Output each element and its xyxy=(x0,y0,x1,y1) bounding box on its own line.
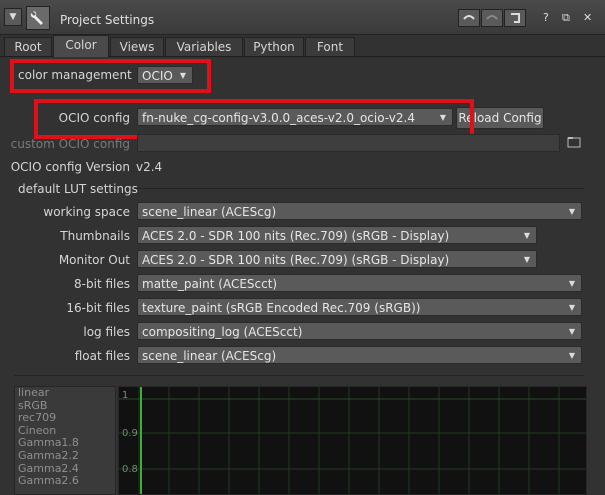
float-icon[interactable]: ⧉ xyxy=(562,11,570,25)
lut-curve-graph[interactable]: 1 0.9 0.8 xyxy=(118,386,587,495)
16bit-files-value: texture_paint (sRGB Encoded Rec.709 (sRG… xyxy=(142,301,421,315)
ocio-version-value: v2.4 xyxy=(136,160,163,174)
list-item[interactable]: Gamma2.6 xyxy=(15,475,115,488)
float-files-label: float files xyxy=(74,349,130,363)
window-title: Project Settings xyxy=(60,13,155,27)
float-files-value: scene_linear (ACEScg) xyxy=(142,349,277,363)
graph-label: 0.8 xyxy=(122,464,138,475)
log-files-dropdown[interactable]: compositing_log (ACEScct) ▼ xyxy=(137,322,582,340)
chevron-down-icon: ▼ xyxy=(568,207,575,216)
lut-section-heading: default LUT settings xyxy=(18,182,138,196)
custom-ocio-field[interactable] xyxy=(137,134,560,152)
lut-list[interactable]: linear sRGB rec709 Cineon Gamma1.8 Gamma… xyxy=(14,386,116,495)
list-item[interactable]: Gamma2.2 xyxy=(15,449,115,463)
graph-label: 0.9 xyxy=(122,428,138,439)
chevron-down-icon: ▼ xyxy=(568,351,575,360)
folder-icon[interactable] xyxy=(567,135,581,149)
chevron-down-icon: ▼ xyxy=(568,327,575,336)
monitor-out-value: ACES 2.0 - SDR 100 nits (Rec.709) (sRGB … xyxy=(142,253,450,267)
ocio-version-label: OCIO config Version xyxy=(10,160,130,174)
wrench-logo-icon xyxy=(26,6,50,30)
highlight-color-management xyxy=(10,59,211,93)
list-item[interactable]: linear xyxy=(15,387,115,400)
help-icon[interactable]: ? xyxy=(543,11,549,24)
8bit-files-value: matte_paint (ACEScct) xyxy=(142,277,278,291)
redo-button[interactable] xyxy=(481,9,503,27)
float-files-dropdown[interactable]: scene_linear (ACEScg) ▼ xyxy=(137,346,582,364)
8bit-files-label: 8-bit files xyxy=(74,277,130,291)
chevron-down-icon: ▼ xyxy=(523,255,530,264)
undo-button[interactable] xyxy=(458,9,480,27)
custom-ocio-label: custom OCIO config xyxy=(10,137,130,151)
tab-python[interactable]: Python xyxy=(244,37,304,56)
graph-label: 1 xyxy=(122,390,129,401)
revert-button[interactable] xyxy=(504,9,526,27)
log-files-value: compositing_log (ACEScct) xyxy=(142,325,303,339)
8bit-files-dropdown[interactable]: matte_paint (ACEScct) ▼ xyxy=(137,274,582,292)
title-bar: ▼ Project Settings ? ⧉ ✕ xyxy=(0,0,605,35)
working-space-label: working space xyxy=(43,205,130,219)
tab-root[interactable]: Root xyxy=(4,37,52,56)
chevron-down-icon: ▼ xyxy=(523,231,530,240)
16bit-files-dropdown[interactable]: texture_paint (sRGB Encoded Rec.709 (sRG… xyxy=(137,298,582,316)
tab-font[interactable]: Font xyxy=(305,37,355,56)
monitor-out-dropdown[interactable]: ACES 2.0 - SDR 100 nits (Rec.709) (sRGB … xyxy=(137,250,537,268)
list-item[interactable]: rec709 xyxy=(15,412,115,425)
tab-color[interactable]: Color xyxy=(53,35,109,57)
thumbnails-value: ACES 2.0 - SDR 100 nits (Rec.709) (sRGB … xyxy=(142,229,450,243)
thumbnails-dropdown[interactable]: ACES 2.0 - SDR 100 nits (Rec.709) (sRGB … xyxy=(137,226,537,244)
thumbnails-label: Thumbnails xyxy=(60,229,130,243)
working-space-value: scene_linear (ACEScg) xyxy=(142,205,277,219)
working-space-dropdown[interactable]: scene_linear (ACEScg) ▼ xyxy=(137,202,582,220)
chevron-down-icon: ▼ xyxy=(568,279,575,288)
section-divider xyxy=(134,188,584,189)
tab-bar: Root Color Views Variables Python Font xyxy=(0,34,605,57)
chevron-down-icon: ▼ xyxy=(568,303,575,312)
collapse-arrow-icon[interactable]: ▼ xyxy=(4,8,22,26)
16bit-files-label: 16-bit files xyxy=(66,301,130,315)
tab-views[interactable]: Views xyxy=(110,37,164,56)
section-divider xyxy=(14,375,584,376)
log-files-label: log files xyxy=(83,325,130,339)
close-icon[interactable]: ✕ xyxy=(583,11,592,24)
monitor-out-label: Monitor Out xyxy=(58,253,130,267)
highlight-ocio-config xyxy=(34,99,474,139)
tab-variables[interactable]: Variables xyxy=(165,37,243,56)
